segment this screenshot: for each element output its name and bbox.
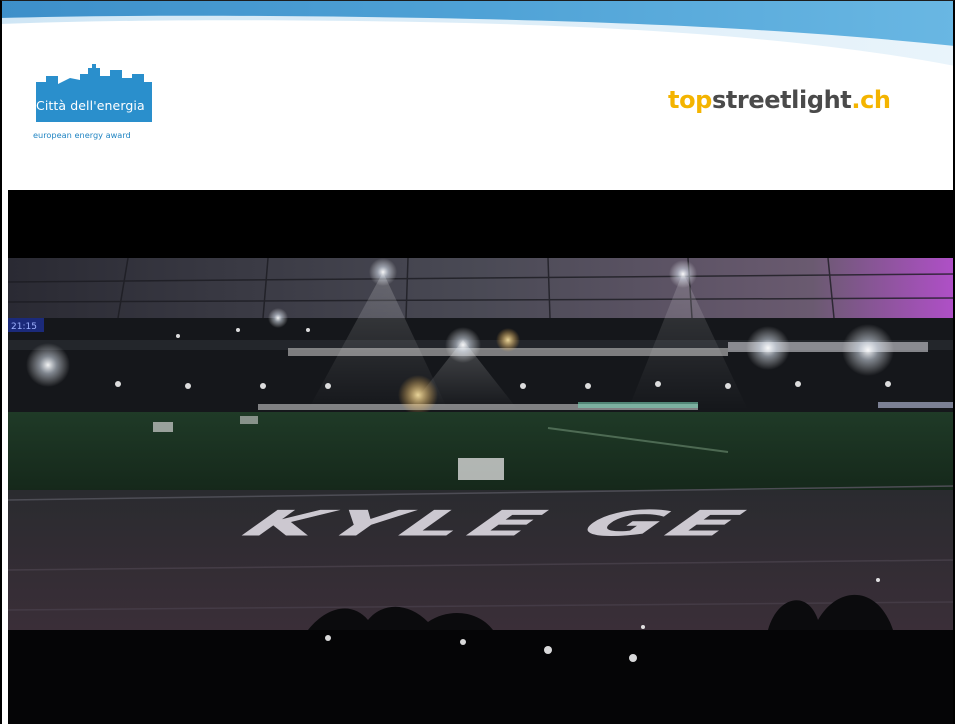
topstreetlight-logo: topstreetlight.ch xyxy=(668,86,891,114)
scoreboard-text: 21:15 xyxy=(11,322,37,332)
logo-title: Città dell'energia xyxy=(36,98,145,113)
city-skyline-logo-mark xyxy=(36,64,152,122)
video-player[interactable]: 21:15 KYLE GE xyxy=(8,190,955,724)
slide: Città dell'energia european energy award… xyxy=(0,0,955,724)
brand-part-top: top xyxy=(668,86,712,114)
brand-part-ch: .ch xyxy=(851,86,891,114)
citta-energia-logo: Città dell'energia european energy award xyxy=(26,64,166,148)
logo-subtitle: european energy award xyxy=(33,130,131,140)
header-wave-decoration xyxy=(0,0,955,66)
field-projected-text: KYLE GE xyxy=(221,503,773,544)
brand-part-streetlight: streetlight xyxy=(711,86,852,114)
stadium-video-frame: 21:15 KYLE GE xyxy=(8,190,955,724)
